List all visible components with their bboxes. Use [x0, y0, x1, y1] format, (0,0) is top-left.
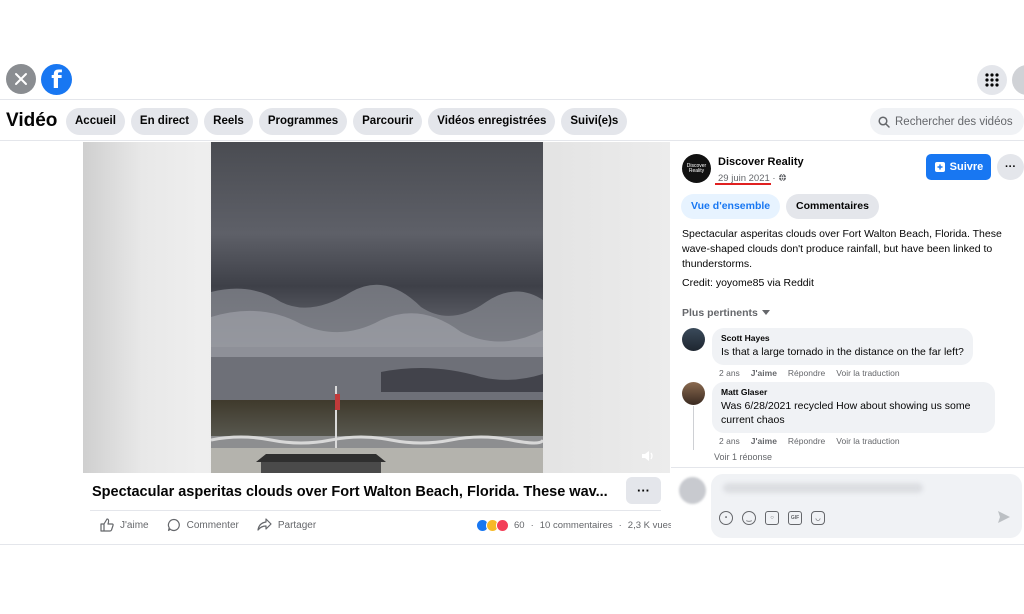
view-count: 2,3 K vues — [627, 520, 673, 531]
stats-separator: · — [618, 520, 622, 531]
comment-button[interactable]: Commenter — [167, 518, 239, 532]
date-separator: · — [772, 173, 776, 184]
comment-time[interactable]: 2 ans — [719, 436, 740, 446]
send-icon[interactable] — [997, 510, 1011, 524]
comment-bubble: Matt Glaser Was 6/28/2021 recycled How a… — [712, 382, 995, 433]
share-icon — [257, 518, 272, 531]
caret-down-icon — [761, 310, 770, 315]
comment-bubble: Scott Hayes Is that a large tornado in t… — [712, 328, 973, 365]
sort-label: Plus pertinents — [682, 307, 758, 319]
love-reaction-icon — [496, 519, 509, 532]
comment-item: Scott Hayes Is that a large tornado in t… — [682, 328, 1012, 378]
comment-translate-link[interactable]: Voir la traduction — [836, 368, 899, 378]
share-label: Partager — [277, 519, 317, 531]
comment-reply-button[interactable]: Répondre — [788, 436, 825, 446]
comment-author[interactable]: Scott Hayes — [721, 333, 964, 343]
comment-author[interactable]: Matt Glaser — [721, 387, 986, 397]
grid-menu-icon — [985, 73, 999, 87]
volume-icon[interactable] — [641, 449, 655, 463]
avatar — [679, 477, 706, 504]
reaction-icons[interactable] — [476, 519, 509, 532]
like-label: J'aime — [120, 519, 149, 531]
close-icon — [15, 73, 27, 85]
search-placeholder: Rechercher des vidéos — [895, 115, 1013, 128]
top-bar: f — [0, 60, 1024, 100]
comment-placeholder — [723, 483, 923, 493]
comment-reply-button[interactable]: Répondre — [788, 368, 825, 378]
comment-composer[interactable]: • ‿ ○ GIF ◡ — [711, 474, 1022, 538]
page: f Vidéo Accueil En direct Reels Programm… — [0, 0, 1024, 614]
video-nav-bar: Vidéo Accueil En direct Reels Programmes… — [0, 101, 1024, 141]
comment-meta: 2 ans J'aime Répondre Voir la traduction — [719, 368, 900, 378]
tab-suivis[interactable]: Suivi(e)s — [561, 108, 628, 135]
comment-item: Matt Glaser Was 6/28/2021 recycled How a… — [682, 382, 1012, 447]
video-frame[interactable] — [211, 142, 543, 473]
page-avatar[interactable]: Discover Reality — [682, 154, 711, 183]
follow-label: Suivre — [949, 161, 984, 173]
divider — [671, 467, 1024, 468]
follow-icon — [934, 162, 945, 172]
comment-like-button[interactable]: J'aime — [751, 368, 777, 378]
comment-label: Commenter — [186, 519, 239, 531]
divider — [90, 510, 661, 511]
comment-count[interactable]: 10 commentaires — [540, 520, 613, 531]
tab-overview[interactable]: Vue d'ensemble — [681, 194, 781, 219]
comment-time[interactable]: 2 ans — [719, 368, 740, 378]
tab-parcourir[interactable]: Parcourir — [353, 108, 423, 135]
reaction-count[interactable]: 60 — [514, 520, 525, 531]
sticker-icon[interactable]: ◡ — [811, 511, 825, 525]
video-tabs: Accueil En direct Reels Programmes Parco… — [66, 108, 628, 135]
tab-programmes[interactable]: Programmes — [258, 108, 348, 135]
page-name[interactable]: Discover Reality — [718, 156, 804, 168]
composer-tools: • ‿ ○ GIF ◡ — [719, 511, 825, 525]
like-button[interactable]: J'aime — [100, 518, 149, 532]
date-underline — [715, 183, 771, 185]
follow-button[interactable]: Suivre — [926, 154, 991, 180]
video-stats: 60 · 10 commentaires · 2,3 K vues — [476, 519, 673, 532]
video-caption: Spectacular asperitas clouds over Fort W… — [92, 484, 608, 500]
tab-en-direct[interactable]: En direct — [130, 108, 199, 135]
comment-like-button[interactable]: J'aime — [751, 436, 777, 446]
comment-sort-dropdown[interactable]: Plus pertinents — [682, 307, 770, 319]
post-description: Spectacular asperitas clouds over Fort W… — [682, 228, 1002, 270]
reply-thread-line — [693, 406, 694, 450]
post-panel: Discover Reality Discover Reality 29 jui… — [671, 142, 1024, 544]
gif-icon[interactable]: GIF — [788, 511, 802, 525]
search-icon — [878, 115, 890, 128]
video-more-button[interactable]: ··· — [626, 477, 661, 504]
post-more-button[interactable]: ··· — [997, 154, 1024, 180]
share-button[interactable]: Partager — [257, 518, 316, 532]
video-player[interactable] — [83, 142, 670, 473]
tab-reels[interactable]: Reels — [204, 108, 253, 135]
tab-comments[interactable]: Commentaires — [786, 194, 879, 219]
comment-text: Was 6/28/2021 recycled How about showing… — [721, 400, 971, 426]
page-title: Vidéo — [6, 110, 58, 131]
avatar[interactable] — [682, 328, 705, 351]
comment-icon — [167, 518, 180, 532]
search-input[interactable]: Rechercher des vidéos — [870, 108, 1024, 135]
video-actions: J'aime Commenter Partager — [100, 518, 316, 532]
tab-accueil[interactable]: Accueil — [66, 108, 125, 135]
video-thumbnail — [211, 142, 543, 473]
stats-separator: · — [530, 520, 534, 531]
comment-translate-link[interactable]: Voir la traduction — [836, 436, 899, 446]
apps-menu-button[interactable] — [977, 65, 1007, 95]
post-credit: Credit: yoyome85 via Reddit — [682, 277, 814, 289]
comment-meta: 2 ans J'aime Répondre Voir la traduction — [719, 436, 900, 446]
close-button[interactable] — [6, 64, 36, 94]
divider — [0, 544, 1024, 545]
comment-text: Is that a large tornado in the distance … — [721, 346, 964, 358]
thumbs-up-icon — [100, 518, 114, 532]
tab-videos-enregistrees[interactable]: Vidéos enregistrées — [428, 108, 556, 135]
facebook-logo[interactable]: f — [41, 64, 72, 95]
avatar-sticker-icon[interactable]: • — [719, 511, 733, 525]
globe-icon — [779, 173, 787, 182]
avatar[interactable] — [682, 382, 705, 405]
camera-icon[interactable]: ○ — [765, 511, 779, 525]
emoji-icon[interactable]: ‿ — [742, 511, 756, 525]
account-avatar[interactable] — [1012, 65, 1024, 95]
view-replies-link[interactable]: Voir 1 réponse — [714, 452, 772, 460]
